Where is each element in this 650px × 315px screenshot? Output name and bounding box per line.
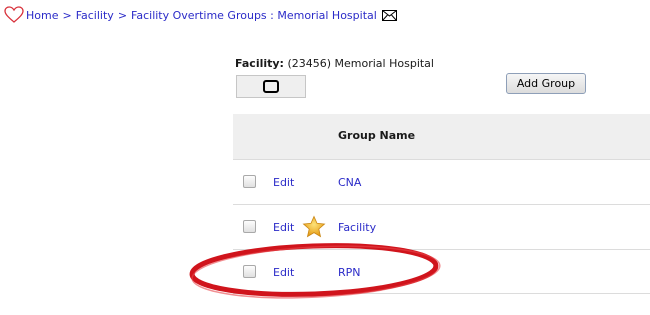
group-name-link[interactable]: RPN bbox=[338, 266, 361, 279]
facility-label: Facility: bbox=[235, 57, 284, 70]
add-group-button[interactable]: Add Group bbox=[506, 73, 586, 94]
mail-icon[interactable] bbox=[381, 9, 397, 21]
table-header: Group Name bbox=[233, 114, 650, 159]
breadcrumb-groups-link[interactable]: Facility Overtime Groups : Memorial Hosp… bbox=[131, 9, 377, 22]
breadcrumb: Home > Facility > Facility Overtime Grou… bbox=[4, 5, 397, 25]
square-icon bbox=[263, 80, 279, 93]
row-checkbox[interactable] bbox=[243, 265, 256, 278]
breadcrumb-facility-link[interactable]: Facility bbox=[76, 9, 114, 22]
facility-info: Facility: (23456) Memorial Hospital bbox=[235, 57, 434, 70]
breadcrumb-separator: > bbox=[62, 8, 72, 22]
row-checkbox[interactable] bbox=[243, 220, 256, 233]
table-row: Edit RPN bbox=[233, 249, 650, 294]
breadcrumb-home-link[interactable]: Home bbox=[26, 9, 58, 22]
heart-icon bbox=[4, 6, 24, 23]
group-name-link[interactable]: CNA bbox=[338, 176, 361, 189]
table-row: Edit CNA bbox=[233, 159, 650, 204]
breadcrumb-separator: > bbox=[117, 8, 128, 22]
groups-table: Group Name Edit CNA Edit Facility Edit R… bbox=[233, 114, 650, 294]
edit-link[interactable]: Edit bbox=[273, 176, 294, 189]
table-row: Edit Facility bbox=[233, 204, 650, 249]
facility-select-button[interactable] bbox=[236, 75, 306, 98]
column-header-group-name[interactable]: Group Name bbox=[338, 129, 415, 142]
facility-value: (23456) Memorial Hospital bbox=[287, 57, 434, 70]
star-icon bbox=[302, 215, 326, 238]
group-name-link[interactable]: Facility bbox=[338, 221, 376, 234]
edit-link[interactable]: Edit bbox=[273, 266, 294, 279]
edit-link[interactable]: Edit bbox=[273, 221, 294, 234]
row-checkbox[interactable] bbox=[243, 175, 256, 188]
